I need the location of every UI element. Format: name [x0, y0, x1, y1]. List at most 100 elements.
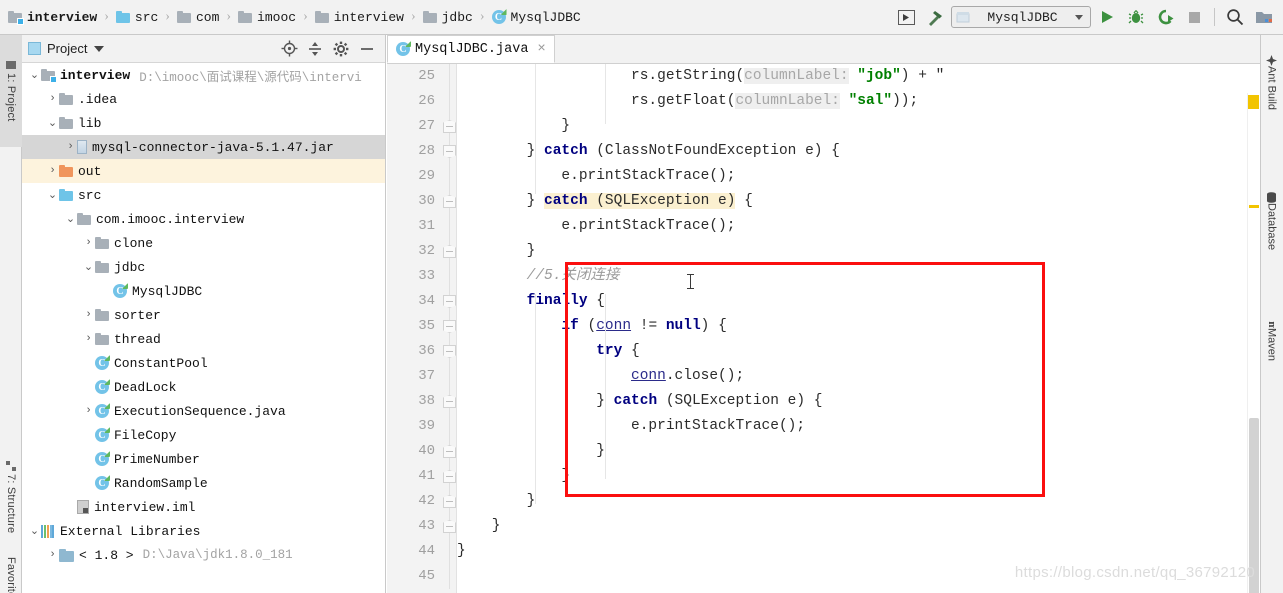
- breadcrumb-item-interview[interactable]: interview: [314, 0, 404, 34]
- tab-mysqljdbc-java[interactable]: C MysqlJDBC.java ×: [387, 35, 555, 63]
- tree-item-com-imooc-interview[interactable]: ⌄ com.imooc.interview: [22, 207, 385, 231]
- sidebar-item-ant-build[interactable]: Ant Build: [1260, 39, 1283, 127]
- breadcrumb-item-src[interactable]: src: [115, 0, 158, 34]
- run-button[interactable]: [1094, 4, 1120, 30]
- sidebar-item-favorites[interactable]: Favorites: [0, 535, 22, 593]
- run-with-coverage-button[interactable]: [1152, 4, 1178, 30]
- build-hammer-icon[interactable]: [922, 4, 948, 30]
- code-fold-toggle[interactable]: [443, 495, 456, 508]
- project-tree[interactable]: ⌄ interview D:\imooc\面试课程\源代码\intervi › .ide…: [22, 63, 385, 593]
- tree-item-label: src: [78, 187, 102, 203]
- code-fold-toggle[interactable]: [443, 445, 456, 458]
- tree-item-label: MysqlJDBC: [132, 283, 203, 299]
- expand-arrow-icon[interactable]: ›: [46, 549, 59, 561]
- tree-item-1-8[interactable]: › < 1.8 > D:\Java\jdk1.8.0_181: [22, 543, 385, 567]
- code-token: e.printStackTrace();: [457, 418, 806, 434]
- breadcrumb-label: interview: [27, 9, 98, 25]
- run-configuration-selector[interactable]: MysqlJDBC: [951, 6, 1091, 28]
- settings-gear-icon[interactable]: [329, 38, 353, 60]
- tree-item-randomsample[interactable]: C RandomSample: [22, 471, 385, 495]
- breadcrumb-item-mysqljdbc[interactable]: C MysqlJDBC: [491, 0, 581, 34]
- code-token: columnLabel:: [735, 93, 840, 109]
- editor-gutter[interactable]: 25 26 27 28 29 30 31 32 33 34 35 36 37 38 39 40 41 42 43 44…: [387, 64, 457, 593]
- warning-marker[interactable]: [1249, 205, 1259, 208]
- expand-arrow-icon[interactable]: ⌄: [46, 188, 59, 202]
- tree-item-label: FileCopy: [114, 427, 177, 443]
- code-fold-toggle[interactable]: [443, 295, 456, 308]
- stop-button[interactable]: [1181, 4, 1207, 30]
- line-number: 31: [418, 218, 435, 234]
- package-folder-icon: [422, 11, 437, 23]
- package-folder-icon: [77, 213, 91, 225]
- project-structure-button[interactable]: [1251, 4, 1277, 30]
- code-content[interactable]: rs.getString(columnLabel: "job") + " rs.…: [457, 64, 1260, 593]
- tree-item-interview-iml[interactable]: interview.iml: [22, 495, 385, 519]
- debug-button[interactable]: [1123, 4, 1149, 30]
- code-editor[interactable]: 25 26 27 28 29 30 31 32 33 34 35 36 37 38 39 40 41 42 43 44…: [387, 64, 1260, 593]
- run-configurations-icon[interactable]: [893, 4, 919, 30]
- tree-item-jdbc[interactable]: ⌄ jdbc: [22, 255, 385, 279]
- code-fold-toggle[interactable]: [443, 245, 456, 258]
- code-fold-toggle[interactable]: [443, 320, 456, 333]
- close-icon[interactable]: ×: [537, 41, 545, 57]
- tree-item-mysqljdbc[interactable]: C MysqlJDBC: [22, 279, 385, 303]
- sidebar-item-structure-label: 7: Structure: [5, 473, 17, 534]
- tree-item-label: interview.iml: [94, 499, 196, 515]
- sidebar-item-database[interactable]: Database: [1260, 175, 1283, 267]
- tree-item-constantpool[interactable]: C ConstantPool: [22, 351, 385, 375]
- expand-arrow-icon[interactable]: ›: [64, 141, 77, 153]
- code-fold-toggle[interactable]: [443, 345, 456, 358]
- expand-arrow-icon[interactable]: ›: [46, 165, 59, 177]
- tree-item-mysql-connector-java-5-1-47-jar[interactable]: › mysql-connector-java-5.1.47.jar: [22, 135, 385, 159]
- code-fold-toggle[interactable]: [443, 470, 456, 483]
- sidebar-item-maven[interactable]: m Maven: [1260, 303, 1283, 375]
- editor-marker-bar[interactable]: [1247, 93, 1260, 593]
- expand-arrow-icon[interactable]: ›: [82, 309, 95, 321]
- breadcrumb-item-interview[interactable]: interview: [8, 0, 97, 34]
- code-line: } catch (SQLException e) {: [457, 389, 822, 414]
- chevron-down-icon[interactable]: [94, 45, 105, 52]
- sidebar-item-project[interactable]: 1: Project: [0, 35, 22, 147]
- collapse-all-icon[interactable]: [303, 38, 327, 60]
- expand-arrow-icon[interactable]: ⌄: [64, 212, 77, 226]
- code-fold-toggle[interactable]: [443, 145, 456, 158]
- tree-item-primenumber[interactable]: C PrimeNumber: [22, 447, 385, 471]
- tree-item-clone[interactable]: › clone: [22, 231, 385, 255]
- code-fold-toggle[interactable]: [443, 520, 456, 533]
- tree-item-external-libraries[interactable]: ⌄ External Libraries: [22, 519, 385, 543]
- java-class-icon: C: [113, 284, 127, 298]
- warning-marker[interactable]: [1248, 95, 1259, 109]
- tree-item-out[interactable]: › out: [22, 159, 385, 183]
- external-libraries-icon: [41, 524, 55, 538]
- code-fold-toggle[interactable]: [443, 120, 456, 133]
- breadcrumb-item-jdbc[interactable]: jdbc: [422, 0, 473, 34]
- code-fold-toggle[interactable]: [443, 395, 456, 408]
- tree-item-sorter[interactable]: › sorter: [22, 303, 385, 327]
- expand-arrow-icon[interactable]: ⌄: [46, 116, 59, 130]
- breadcrumb-item-com[interactable]: com: [176, 0, 219, 34]
- expand-arrow-icon[interactable]: ›: [82, 237, 95, 249]
- hide-panel-icon[interactable]: [355, 38, 379, 60]
- tree-item-idea[interactable]: › .idea: [22, 87, 385, 111]
- search-everywhere-button[interactable]: [1222, 4, 1248, 30]
- breadcrumb-separator: ›: [303, 9, 308, 24]
- expand-arrow-icon[interactable]: ⌄: [82, 260, 95, 274]
- locate-in-tree-icon[interactable]: [277, 38, 301, 60]
- java-class-icon: C: [95, 404, 109, 418]
- expand-arrow-icon[interactable]: ⌄: [28, 524, 41, 538]
- expand-arrow-icon[interactable]: ⌄: [28, 68, 41, 82]
- tree-item-lib[interactable]: ⌄ lib: [22, 111, 385, 135]
- expand-arrow-icon[interactable]: ›: [82, 405, 95, 417]
- tree-item-executionsequence-java[interactable]: › C ExecutionSequence.java: [22, 399, 385, 423]
- expand-arrow-icon[interactable]: ›: [82, 333, 95, 345]
- tree-item-src[interactable]: ⌄ src: [22, 183, 385, 207]
- chevron-down-icon[interactable]: [1075, 14, 1083, 20]
- tree-item-thread[interactable]: › thread: [22, 327, 385, 351]
- tree-item-interview[interactable]: ⌄ interview D:\imooc\面试课程\源代码\intervi: [22, 63, 385, 87]
- tree-item-filecopy[interactable]: C FileCopy: [22, 423, 385, 447]
- breadcrumb-item-imooc[interactable]: imooc: [238, 0, 296, 34]
- tree-item-deadlock[interactable]: C DeadLock: [22, 375, 385, 399]
- expand-arrow-icon[interactable]: ›: [46, 93, 59, 105]
- code-fold-toggle[interactable]: [443, 195, 456, 208]
